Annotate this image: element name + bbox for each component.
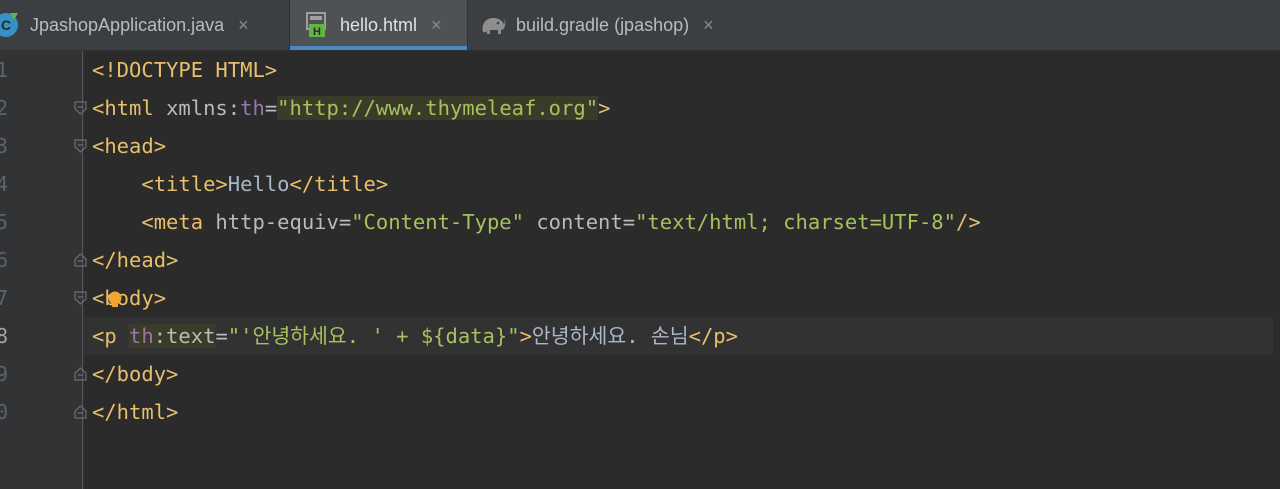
text-token: 안녕하세요. 손님 xyxy=(531,324,689,348)
tag-token: /> xyxy=(955,210,981,234)
code-line-3: <head> xyxy=(92,127,166,165)
namespace-token: th xyxy=(240,96,265,120)
tag-token: <!DOCTYPE HTML> xyxy=(92,58,278,82)
tab-hello-html[interactable]: H hello.html × xyxy=(290,0,468,50)
code-line-5: <meta http-equiv="Content-Type" content=… xyxy=(92,203,981,241)
code-line-8: <p th:text="'안녕하세요. ' + ${data}">안녕하세요. … xyxy=(92,317,738,355)
attr-token: = xyxy=(338,210,352,234)
text-token: Hello xyxy=(227,172,290,196)
code-line-1: <!DOCTYPE HTML> xyxy=(92,51,277,89)
attr-token: = xyxy=(264,96,278,120)
attr-value-token: "'안녕하세요. ' + ${data}" xyxy=(227,324,520,348)
tag-token: </html> xyxy=(92,400,179,424)
namespace-token: th xyxy=(129,324,154,348)
tag-token: <p xyxy=(92,324,130,348)
tab-build-gradle[interactable]: build.gradle (jpashop) × xyxy=(468,0,756,50)
tab-label: hello.html xyxy=(340,14,418,35)
code-line-4: <title>Hello</title> xyxy=(92,165,388,203)
tag-token: <title> xyxy=(92,172,228,196)
code-content[interactable]: <!DOCTYPE HTML> <html xmlns:th="http://w… xyxy=(0,51,1280,489)
tag-token: > xyxy=(519,324,532,348)
code-line-7: <body> xyxy=(92,279,166,317)
editor-scrollbar[interactable] xyxy=(1273,51,1280,489)
attr-token: content xyxy=(523,210,623,234)
code-editor[interactable]: 1 2 3 4 5 6 7 8 9 0 <!DOCTYPE HTML> <htm… xyxy=(0,51,1280,489)
tag-token: <meta xyxy=(92,210,216,234)
gradle-elephant-icon xyxy=(480,14,506,36)
attr-value-token: "text/html; charset=UTF-8" xyxy=(635,210,956,234)
html-file-icon: H xyxy=(306,12,330,38)
tag-token: <html xyxy=(92,96,167,120)
attr-value-token: "Content-Type" xyxy=(351,210,524,234)
attr-token: = xyxy=(215,324,228,348)
tag-token: <head> xyxy=(92,134,167,158)
code-line-6: </head> xyxy=(92,241,178,279)
attr-value-token: "http://www.thymeleaf.org" xyxy=(277,96,599,120)
tag-token: </body> xyxy=(92,362,179,386)
tag-token: </title> xyxy=(289,172,389,196)
code-line-2: <html xmlns:th="http://www.thymeleaf.org… xyxy=(92,89,610,127)
close-icon[interactable]: × xyxy=(238,15,249,36)
tab-label: build.gradle (jpashop) xyxy=(516,14,690,35)
tab-label: JpashopApplication.java xyxy=(30,14,225,35)
attr-token: xmlns: xyxy=(166,96,241,120)
tag-token: < xyxy=(92,286,105,310)
code-line-9: </body> xyxy=(92,355,178,393)
editor-tab-bar: C JpashopApplication.java × H hello.html… xyxy=(0,0,1280,51)
lightbulb-icon[interactable] xyxy=(108,291,122,309)
tag-token: </p> xyxy=(688,324,738,348)
tab-jpashop-application[interactable]: C JpashopApplication.java × xyxy=(0,0,290,50)
svg-text:C: C xyxy=(1,17,11,33)
close-icon[interactable]: × xyxy=(703,15,714,36)
attr-token: = xyxy=(622,210,636,234)
svg-text:H: H xyxy=(313,26,321,38)
attr-token: http-equiv xyxy=(215,210,339,234)
tag-token: </head> xyxy=(92,248,179,272)
tag-token: > xyxy=(598,96,611,120)
close-icon[interactable]: × xyxy=(431,15,442,36)
attr-token: :text xyxy=(153,324,216,348)
code-line-10: </html> xyxy=(92,393,178,431)
java-class-icon: C xyxy=(0,11,20,39)
